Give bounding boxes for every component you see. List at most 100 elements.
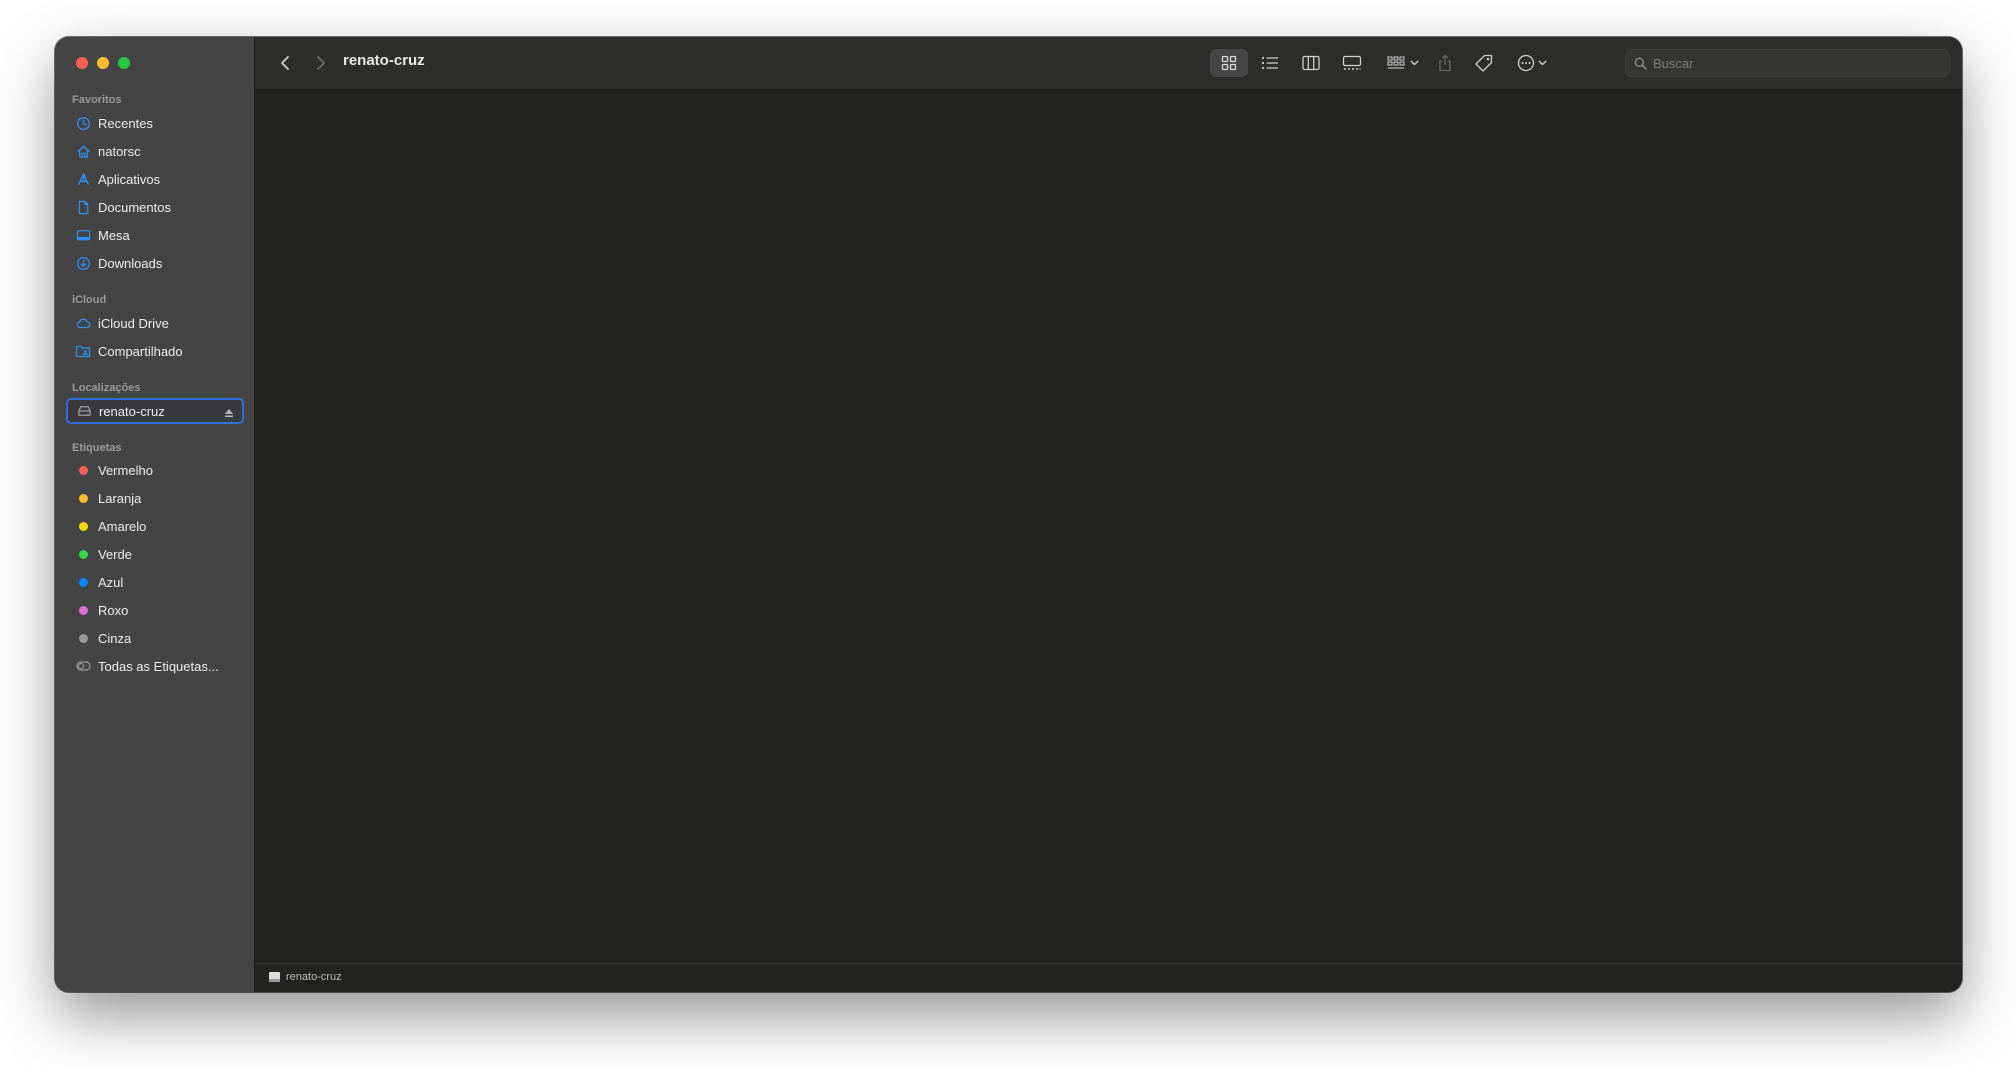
tag-gray-icon <box>78 633 88 643</box>
clock-icon <box>75 115 91 131</box>
icon-view-button[interactable] <box>1210 49 1248 77</box>
sidebar-item-label: Documentos <box>98 199 171 215</box>
gallery-view-icon <box>1342 55 1362 70</box>
tag-color-indicator <box>75 574 91 590</box>
share-icon <box>1439 54 1451 72</box>
sidebar-item-label: Mesa <box>98 227 130 243</box>
sidebar-item-label: iCloud Drive <box>98 315 169 331</box>
tag-color-indicator <box>75 490 91 506</box>
drive-icon <box>269 972 280 982</box>
tag-color-indicator <box>75 630 91 646</box>
all-tags-icon <box>75 658 91 674</box>
close-button[interactable] <box>76 57 88 69</box>
list-view-icon <box>1261 56 1278 70</box>
tag-color-indicator <box>75 546 91 562</box>
list-view-button[interactable] <box>1252 49 1288 77</box>
window-controls <box>76 57 130 69</box>
minimize-button[interactable] <box>97 57 109 69</box>
chevron-right-icon <box>317 56 325 70</box>
back-button[interactable] <box>273 51 297 75</box>
sidebar-item-tag-roxo[interactable]: Roxo <box>67 598 243 622</box>
document-icon <box>75 199 91 215</box>
sidebar-item-tag-laranja[interactable]: Laranja <box>67 486 243 510</box>
column-view-button[interactable] <box>1293 49 1329 77</box>
cloud-icon <box>75 315 91 331</box>
tag-purple-icon <box>78 605 88 615</box>
tags-button[interactable] <box>1469 49 1499 77</box>
sidebar-item-label: Cinza <box>98 630 132 646</box>
sidebar-item-tag-vermelho[interactable]: Vermelho <box>67 458 243 482</box>
sidebar-item-label: Azul <box>98 574 124 590</box>
sidebar-item-tag-cinza[interactable]: Cinza <box>67 626 243 650</box>
section-title-favorites: Favoritos <box>72 94 122 106</box>
tag-icon <box>1475 54 1493 72</box>
sidebar-item-documentos[interactable]: Documentos <box>67 195 243 219</box>
sidebar-item-all-tags[interactable]: Todas as Etiquetas... <box>67 654 243 678</box>
tag-blue-icon <box>78 577 88 587</box>
sidebar-item-label: Verde <box>98 546 132 562</box>
tag-red-icon <box>78 465 88 475</box>
sidebar-item-natorsc[interactable]: natorsc <box>67 139 243 163</box>
home-icon <box>75 143 91 159</box>
path-item[interactable]: renato-cruz <box>268 971 342 983</box>
more-actions-button[interactable] <box>1509 49 1555 77</box>
sidebar-item-label: Aplicativos <box>98 171 161 187</box>
sidebar-item-label: Compartilhado <box>98 343 183 359</box>
file-area[interactable] <box>255 90 1962 963</box>
chevron-down-icon <box>1410 60 1419 66</box>
section-title-locations: Localizações <box>72 382 141 394</box>
sidebar-item-tag-verde[interactable]: Verde <box>67 542 243 566</box>
ellipsis-circle-icon <box>1517 54 1535 72</box>
sidebar-item-label: Vermelho <box>98 462 153 478</box>
search-icon <box>1634 57 1647 70</box>
search-placeholder: Buscar <box>1653 56 1694 71</box>
sidebar-item-label: renato-cruz <box>99 403 165 419</box>
window-title: renato-cruz <box>343 52 425 69</box>
group-grid-icon <box>1387 56 1405 69</box>
sidebar-item-icloud-drive[interactable]: iCloud Drive <box>67 311 243 335</box>
sidebar-item-compartilhado[interactable]: Compartilhado <box>67 339 243 363</box>
tag-color-indicator <box>75 602 91 618</box>
group-by-button[interactable] <box>1380 49 1426 77</box>
sidebar-item-mesa[interactable]: Mesa <box>67 223 243 247</box>
tag-yellow-icon <box>78 521 88 531</box>
drive-icon <box>76 403 92 419</box>
forward-button[interactable] <box>309 51 333 75</box>
sidebar-item-label: Downloads <box>98 255 163 271</box>
sidebar: Favoritos Recentes natorsc Aplicativos D… <box>55 37 255 992</box>
download-icon <box>75 255 91 271</box>
tag-orange-icon <box>78 493 88 503</box>
path-bar: renato-cruz <box>255 963 1962 992</box>
section-title-tags: Etiquetas <box>72 442 122 454</box>
tag-color-indicator <box>75 462 91 478</box>
sidebar-item-label: Recentes <box>98 115 153 131</box>
zoom-button[interactable] <box>118 57 130 69</box>
section-title-icloud: iCloud <box>72 294 107 306</box>
path-label: renato-cruz <box>286 971 342 983</box>
column-view-icon <box>1302 55 1320 71</box>
sidebar-item-downloads[interactable]: Downloads <box>67 251 243 275</box>
eject-icon[interactable] <box>224 405 234 423</box>
tag-color-indicator <box>75 518 91 534</box>
chevron-down-icon <box>1538 60 1547 66</box>
sidebar-item-aplicativos[interactable]: Aplicativos <box>67 167 243 191</box>
sidebar-item-label: Todas as Etiquetas... <box>98 658 219 674</box>
share-button[interactable] <box>1430 49 1460 77</box>
finder-window: Favoritos Recentes natorsc Aplicativos D… <box>55 37 1962 992</box>
sidebar-item-label: natorsc <box>98 143 141 159</box>
sidebar-item-renato-cruz[interactable]: renato-cruz <box>66 398 244 424</box>
tag-green-icon <box>78 549 88 559</box>
shared-folder-icon <box>75 343 91 359</box>
chevron-left-icon <box>281 56 289 70</box>
gallery-view-button[interactable] <box>1334 49 1370 77</box>
sidebar-item-tag-azul[interactable]: Azul <box>67 570 243 594</box>
sidebar-item-tag-amarelo[interactable]: Amarelo <box>67 514 243 538</box>
toolbar: renato-cruz Buscar <box>255 37 1962 90</box>
applications-icon <box>75 171 91 187</box>
sidebar-item-label: Laranja <box>98 490 142 506</box>
sidebar-item-label: Amarelo <box>98 518 147 534</box>
search-field[interactable]: Buscar <box>1625 49 1950 77</box>
icon-view-icon <box>1221 55 1237 71</box>
main-content: renato-cruz Buscar renato-cruz <box>255 37 1962 992</box>
sidebar-item-recentes[interactable]: Recentes <box>67 111 243 135</box>
